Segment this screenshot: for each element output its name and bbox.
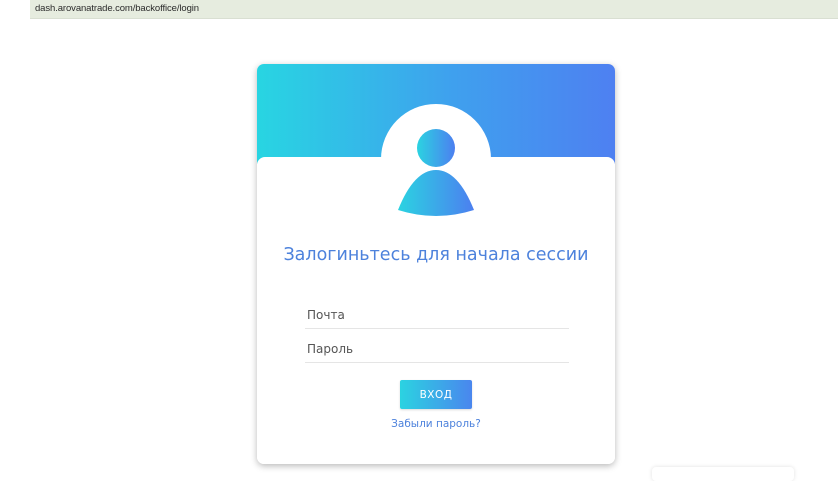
url-text[interactable]: dash.arovanatrade.com/backoffice/login [35, 3, 199, 14]
email-input[interactable] [305, 304, 571, 326]
browser-address-bar[interactable]: dash.arovanatrade.com/backoffice/login [30, 0, 838, 19]
password-input[interactable] [305, 338, 571, 360]
forgot-password-link[interactable]: Забыли пароль? [257, 418, 615, 430]
password-field-wrapper [305, 338, 571, 363]
user-avatar-icon [398, 129, 474, 216]
login-card: Залогиньтесь для начала сессии ВХОД Забы… [257, 64, 615, 464]
email-field-wrapper [305, 304, 571, 329]
login-button[interactable]: ВХОД [400, 380, 472, 409]
background-panel-fragment [652, 467, 794, 481]
login-title: Залогиньтесь для начала сессии [283, 245, 589, 265]
